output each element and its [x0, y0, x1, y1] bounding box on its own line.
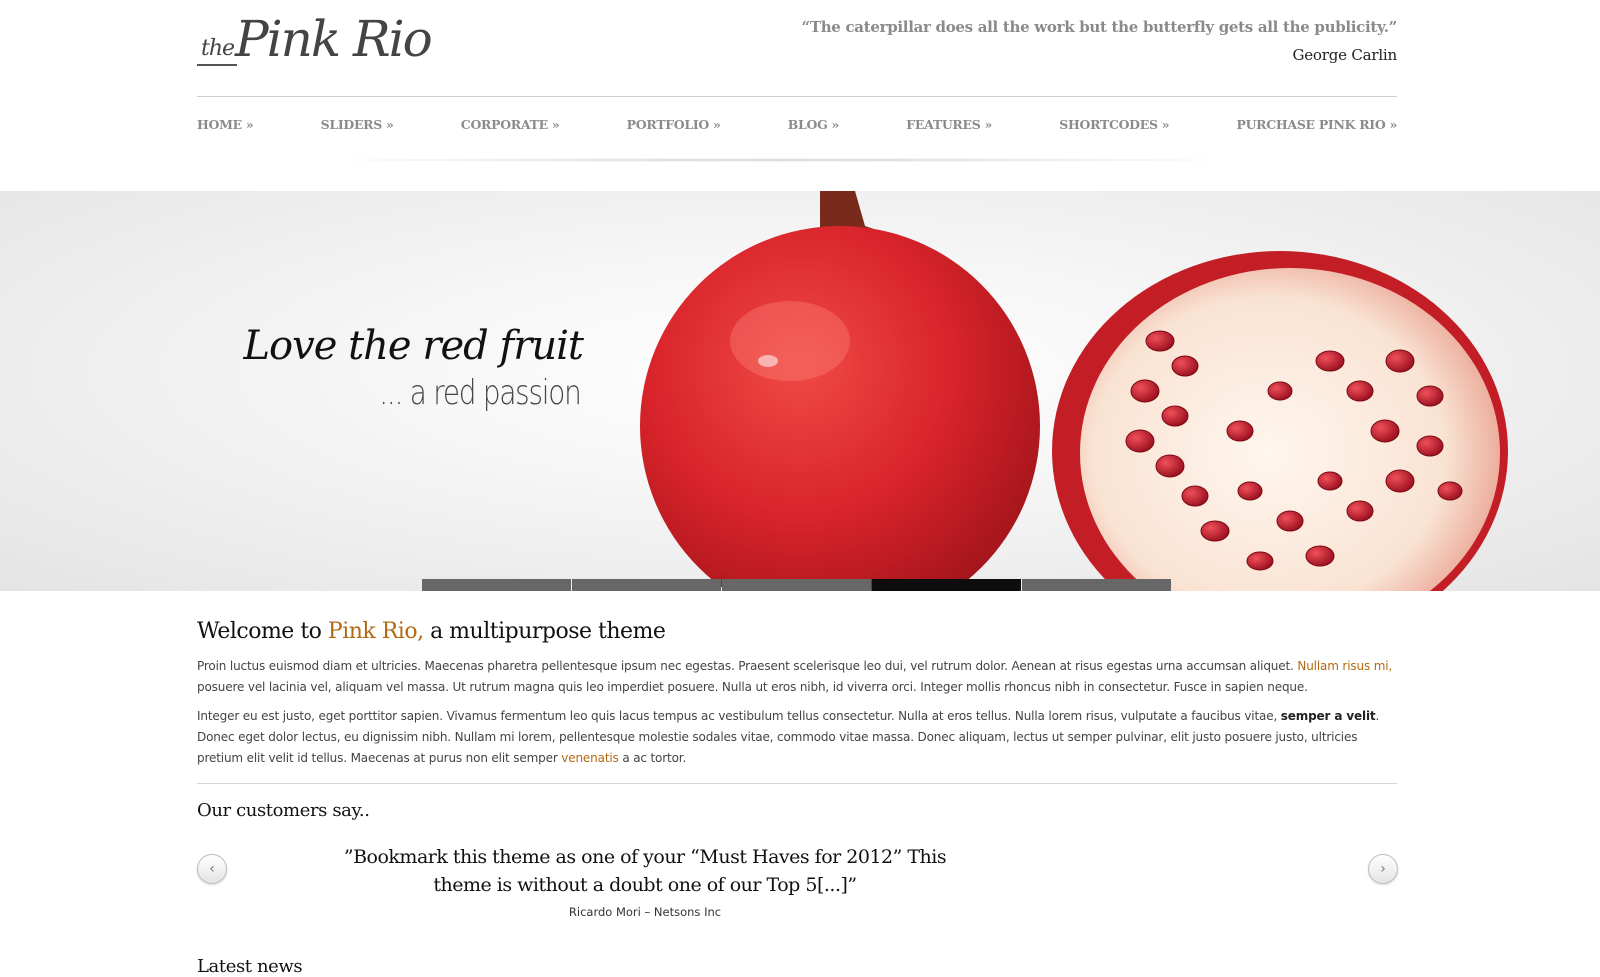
- header-quote: “The caterpillar does all the work but t…: [801, 18, 1398, 64]
- main-nav: HOME » SLIDERS » CORPORATE » PORTFOLIO »…: [197, 117, 1397, 132]
- p2-text-c: a ac tortor.: [618, 751, 687, 765]
- nav-shadow: [300, 158, 1260, 162]
- testimonials-heading: Our customers say..: [197, 800, 370, 821]
- header-quote-text: “The caterpillar does all the work but t…: [801, 18, 1398, 36]
- content-divider: [197, 783, 1397, 784]
- p1-text-b: posuere vel lacinia vel, aliquam vel mas…: [197, 680, 1308, 694]
- pomegranate-image: [640, 191, 1508, 591]
- nav-item-blog[interactable]: BLOG »: [788, 117, 840, 132]
- p2-link[interactable]: venenatis: [561, 751, 619, 765]
- hero-slider[interactable]: Love the red fruit ... a red passion: [0, 191, 1600, 591]
- p2-bold: semper a velit: [1280, 709, 1376, 723]
- p2-text-a: Integer eu est justo, eget porttitor sap…: [197, 709, 1281, 723]
- site-logo[interactable]: the Pink Rio: [197, 10, 433, 72]
- slide-title: Love the red fruit: [243, 323, 584, 369]
- slider-pager-dot[interactable]: [872, 579, 1021, 591]
- testimonial-author: Ricardo Mori – Netsons Inc: [568, 905, 722, 919]
- intro-paragraph-1: Proin luctus euismod diam et ultricies. …: [197, 656, 1397, 698]
- testimonial-next-button[interactable]: ›: [1368, 854, 1398, 884]
- testimonial: ”Bookmark this theme as one of your “Mus…: [330, 843, 960, 919]
- intro-paragraph-2: Integer eu est justo, eget porttitor sap…: [197, 706, 1397, 769]
- p1-text-a: Proin luctus euismod diam et ultricies. …: [197, 659, 1298, 673]
- welcome-prefix: Welcome to: [197, 619, 328, 644]
- latest-news-heading: Latest news: [197, 956, 303, 977]
- slider-pager-dot[interactable]: [422, 579, 571, 591]
- header-divider: [197, 96, 1397, 97]
- nav-item-sliders[interactable]: SLIDERS »: [321, 117, 394, 132]
- nav-item-corporate[interactable]: CORPORATE »: [461, 117, 560, 132]
- testimonial-text: ”Bookmark this theme as one of your “Mus…: [343, 846, 947, 896]
- nav-item-home[interactable]: HOME »: [197, 117, 254, 132]
- testimonial-prev-button[interactable]: ‹: [197, 854, 227, 884]
- welcome-heading: Welcome to Pink Rio, a multipurpose them…: [197, 619, 666, 644]
- slider-pager-dot[interactable]: [572, 579, 721, 591]
- chevron-left-icon: ‹: [209, 861, 215, 877]
- nav-item-portfolio[interactable]: PORTFOLIO »: [627, 117, 721, 132]
- slider-pager: [422, 579, 1172, 591]
- logo-prefix: the: [201, 36, 235, 61]
- nav-item-features[interactable]: FEATURES »: [906, 117, 992, 132]
- slide-subtitle: ... a red passion: [379, 373, 583, 413]
- welcome-suffix: a multipurpose theme: [423, 619, 666, 644]
- p1-link[interactable]: Nullam risus mi,: [1297, 659, 1392, 673]
- welcome-accent: Pink Rio,: [327, 619, 424, 644]
- logo-text: Pink Rio: [235, 10, 433, 68]
- nav-item-shortcodes[interactable]: SHORTCODES »: [1059, 117, 1169, 132]
- header-quote-author: George Carlin: [1292, 46, 1397, 64]
- logo-underline: [197, 64, 237, 66]
- nav-item-purchase[interactable]: PURCHASE PINK RIO »: [1236, 117, 1397, 132]
- slider-pager-dot[interactable]: [722, 579, 871, 591]
- chevron-right-icon: ›: [1380, 861, 1386, 877]
- slider-pager-dot[interactable]: [1022, 579, 1171, 591]
